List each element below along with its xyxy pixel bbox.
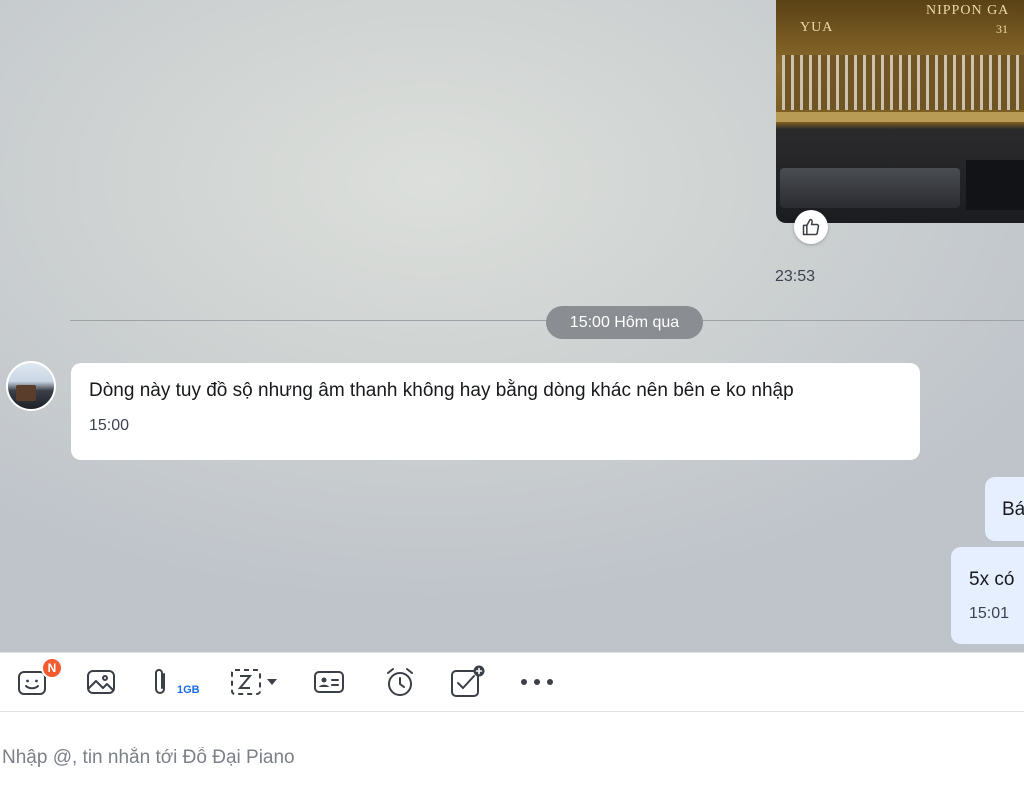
sent-photo[interactable]: NIPPON GA YUA 31 — [776, 0, 1024, 223]
like-button[interactable] — [794, 210, 828, 244]
outgoing-message[interactable]: Bá — [985, 477, 1024, 541]
composer — [0, 712, 1024, 797]
attachment-icon — [155, 669, 165, 694]
thumbs-up-icon — [802, 218, 820, 236]
chevron-down-icon — [267, 679, 277, 685]
image-button[interactable] — [84, 665, 118, 699]
message-input[interactable] — [0, 740, 902, 776]
message-time: 15:01 — [969, 605, 1010, 622]
photo-brand-num: 31 — [996, 22, 1008, 36]
contact-card-button[interactable] — [311, 665, 347, 699]
more-button[interactable] — [514, 665, 560, 699]
avatar[interactable] — [6, 361, 56, 411]
photo-timestamp: 23:53 — [775, 268, 816, 285]
composer-toolbar: N 1GB — [0, 652, 1024, 712]
message-text: Bá — [1002, 499, 1024, 520]
screenshot-icon — [231, 669, 261, 695]
outgoing-message[interactable]: 5x có 15:01 — [951, 547, 1024, 644]
attachment-size-label: 1GB — [177, 684, 200, 696]
new-badge: N — [41, 657, 63, 679]
incoming-message[interactable]: Dòng này tuy đồ sộ nhưng âm thanh không … — [71, 363, 920, 460]
photo-brand-left: YUA — [800, 20, 834, 35]
photo-brand-top: NIPPON GA — [926, 3, 1010, 18]
reminder-button[interactable] — [382, 665, 418, 699]
chat-area: NIPPON GA YUA 31 23:53 15:00 Hôm qua Dòn… — [0, 0, 1024, 652]
image-icon — [87, 670, 115, 694]
attachment-button[interactable] — [150, 665, 172, 699]
piano-key — [780, 168, 960, 208]
date-separator: 15:00 Hôm qua — [546, 306, 703, 339]
task-button[interactable] — [448, 665, 488, 699]
task-icon — [451, 665, 485, 697]
screenshot-button[interactable] — [224, 665, 284, 699]
contact-card-icon — [314, 671, 344, 693]
message-time: 15:00 — [89, 416, 130, 434]
piano-rail — [776, 112, 1024, 122]
message-text: Dòng này tuy đồ sộ nhưng âm thanh không … — [89, 380, 794, 401]
reminder-icon — [387, 668, 413, 696]
piano-pins — [782, 55, 1024, 110]
message-text: 5x có — [969, 569, 1015, 590]
piano-body — [966, 160, 1024, 210]
more-icon — [521, 679, 553, 685]
